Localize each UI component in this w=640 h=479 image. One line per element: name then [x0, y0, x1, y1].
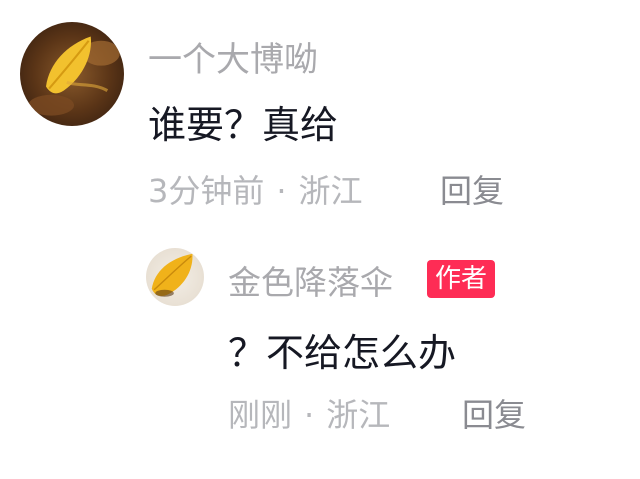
avatar[interactable] [146, 248, 204, 306]
comment-username[interactable]: 一个大博呦 [148, 32, 318, 81]
meta-separator: · [276, 172, 287, 210]
comment-time: 3分钟前 [148, 172, 265, 210]
comment-meta: 3分钟前 · 浙江 [148, 166, 363, 212]
avatar[interactable] [20, 22, 124, 126]
reply-button[interactable]: 回复 [462, 390, 526, 436]
reply-meta: 刚刚 · 浙江 [228, 390, 390, 436]
yellow-leaf-avatar-icon [146, 248, 204, 306]
reply-username[interactable]: 金色降落伞 [228, 256, 393, 304]
reply-location: 浙江 [326, 396, 391, 434]
comment-text: 谁要？真给 [148, 103, 339, 147]
comment-location: 浙江 [298, 172, 363, 210]
meta-separator: · [304, 396, 315, 434]
reply-button[interactable]: 回复 [440, 166, 504, 212]
yellow-leaf-avatar-icon [20, 22, 124, 126]
reply-time: 刚刚 [228, 396, 293, 434]
reply-text: ？不给怎么办 [228, 331, 457, 375]
author-badge: 作者 [427, 260, 496, 298]
